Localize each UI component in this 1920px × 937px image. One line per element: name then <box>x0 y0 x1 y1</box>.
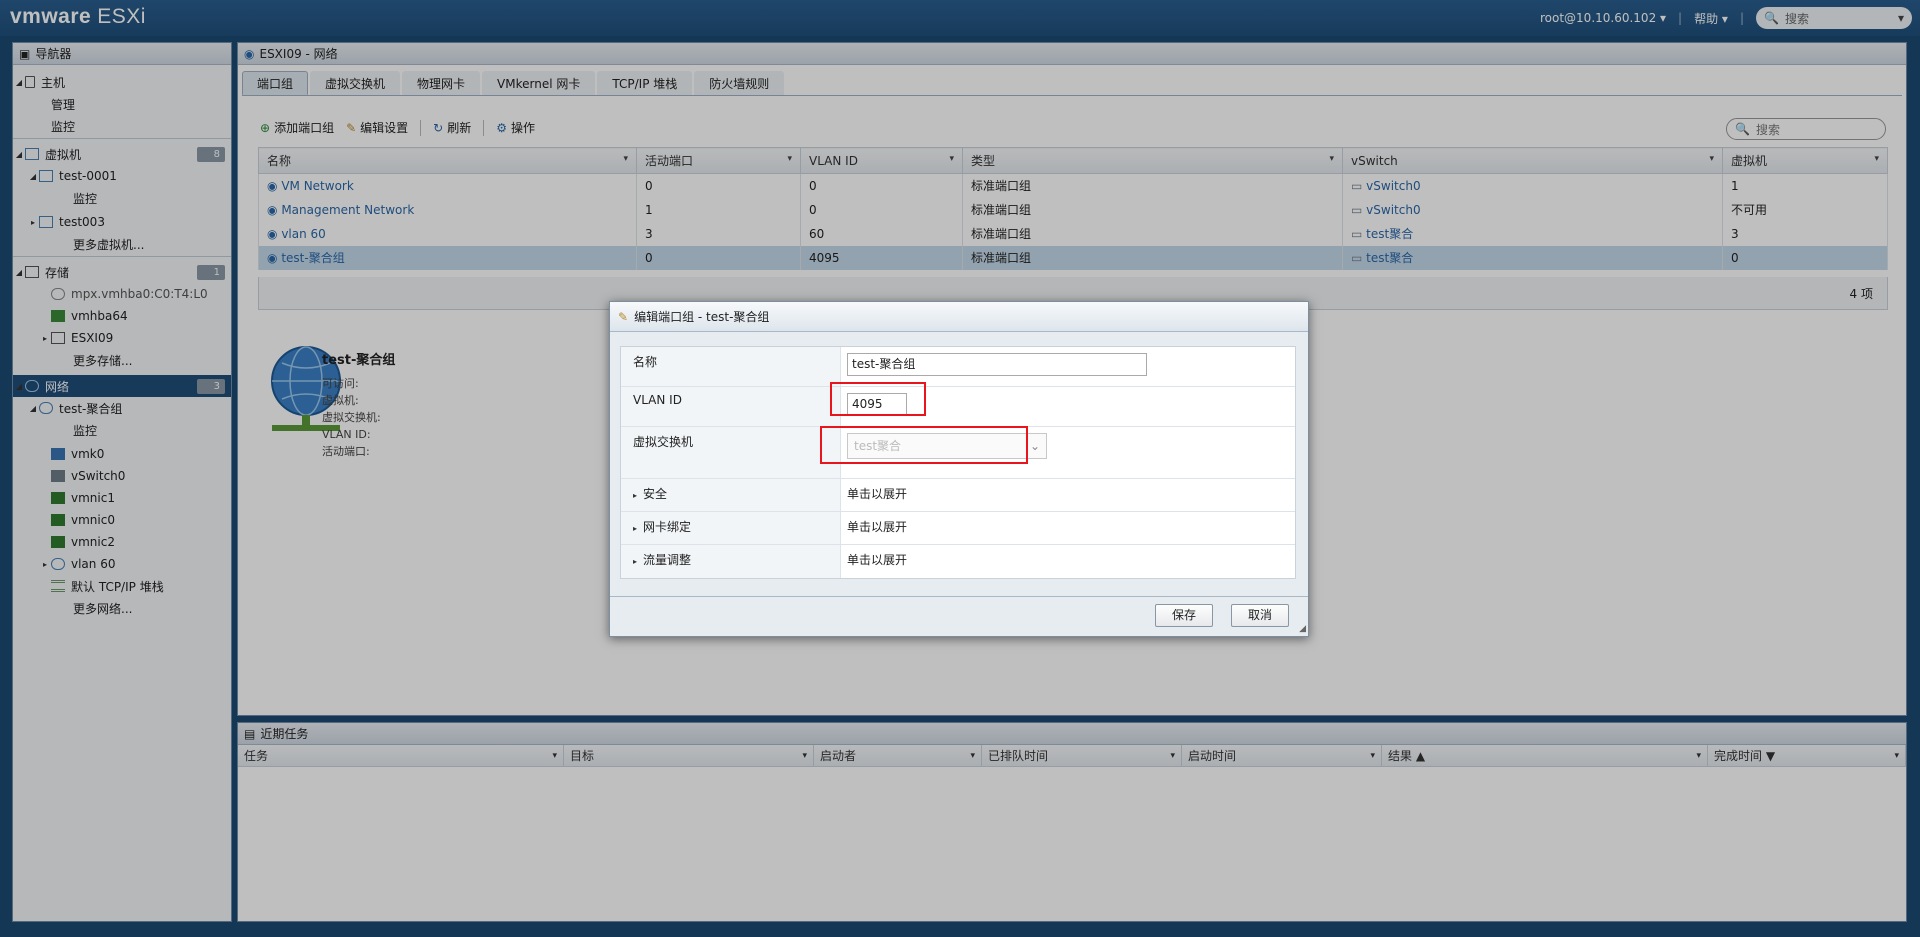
traffic-shaping-expand-hint: 单击以展开 <box>847 553 908 567</box>
name-label: 名称 <box>621 347 841 386</box>
dialog-footer: 保存 取消 ◢ <box>610 596 1308 636</box>
edit-portgroup-dialog: ✎ 编辑端口组 - test-聚合组 名称 test-聚合组 VLAN ID 4… <box>609 301 1309 637</box>
security-expand-hint: 单击以展开 <box>847 487 908 501</box>
highlight-box-vlan <box>830 382 926 416</box>
form-row-traffic-shaping[interactable]: ▸ 流量调整 单击以展开 <box>621 545 1295 578</box>
form-row-vlan: VLAN ID 4095 <box>621 387 1295 427</box>
dialog-header: ✎ 编辑端口组 - test-聚合组 <box>610 302 1308 332</box>
form-row-security[interactable]: ▸ 安全 单击以展开 <box>621 479 1295 512</box>
cancel-button[interactable]: 取消 <box>1231 604 1290 627</box>
vswitch-label: 虚拟交换机 <box>621 427 841 478</box>
expand-icon: ▸ <box>633 524 638 533</box>
chevron-down-icon: ⌄ <box>1029 439 1040 453</box>
name-field[interactable]: test-聚合组 <box>847 353 1147 376</box>
form-row-name: 名称 test-聚合组 <box>621 347 1295 387</box>
pencil-icon: ✎ <box>618 309 629 324</box>
form-row-nic-teaming[interactable]: ▸ 网卡绑定 单击以展开 <box>621 512 1295 545</box>
expand-icon: ▸ <box>633 557 638 566</box>
vlan-id-label: VLAN ID <box>621 387 841 426</box>
dialog-title: 编辑端口组 - test-聚合组 <box>634 310 770 324</box>
resize-handle[interactable]: ◢ <box>1299 624 1306 634</box>
expand-icon: ▸ <box>633 491 638 500</box>
save-button[interactable]: 保存 <box>1155 604 1214 627</box>
nic-teaming-expand-hint: 单击以展开 <box>847 520 908 534</box>
highlight-box-vswitch <box>820 426 1028 464</box>
